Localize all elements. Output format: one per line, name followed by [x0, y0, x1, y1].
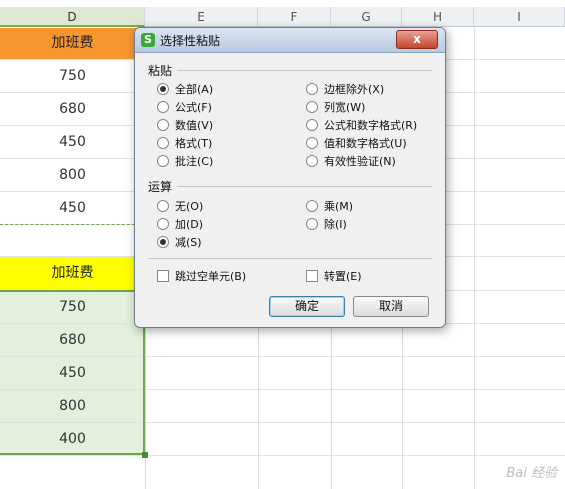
radio-paste-validation[interactable]: 有效性验证(N)	[306, 153, 396, 169]
column-header-e[interactable]: E	[145, 7, 258, 27]
ok-button[interactable]: 确定	[269, 296, 345, 317]
radio-paste-all[interactable]: 全部(A)	[157, 81, 213, 97]
gridline	[0, 455, 565, 456]
radio-icon	[157, 155, 169, 167]
checkbox-icon	[306, 270, 318, 282]
radio-paste-values-number-formats[interactable]: 值和数字格式(U)	[306, 135, 407, 151]
paste-section-label: 粘贴	[148, 64, 173, 78]
radio-paste-no-borders[interactable]: 边框除外(X)	[306, 81, 384, 97]
radio-icon	[306, 119, 318, 131]
radio-paste-formulas-number-formats[interactable]: 公式和数字格式(R)	[306, 117, 417, 133]
radio-op-multiply[interactable]: 乘(M)	[306, 198, 353, 214]
transpose-checkbox[interactable]: 转置(E)	[306, 268, 362, 284]
radio-icon	[157, 119, 169, 131]
radio-paste-formulas[interactable]: 公式(F)	[157, 99, 212, 115]
radio-op-divide[interactable]: 除(I)	[306, 216, 347, 232]
radio-icon	[157, 83, 169, 95]
column-header-d[interactable]: D	[0, 7, 145, 27]
radio-icon	[306, 218, 318, 230]
divider	[177, 186, 432, 187]
gridline	[474, 27, 475, 489]
copy-marquee	[0, 224, 145, 225]
app-logo-icon: S	[141, 33, 155, 47]
operation-section-label: 运算	[148, 180, 173, 194]
column-header-f[interactable]: F	[258, 7, 331, 27]
radio-op-none[interactable]: 无(O)	[157, 198, 203, 214]
cancel-button[interactable]: 取消	[353, 296, 429, 317]
top-table-cell[interactable]: 680	[0, 93, 145, 125]
top-table-header[interactable]: 加班费	[0, 28, 145, 59]
radio-op-add[interactable]: 加(D)	[157, 216, 203, 232]
radio-icon	[306, 101, 318, 113]
radio-icon	[157, 137, 169, 149]
close-button[interactable]: x	[396, 30, 438, 49]
watermark: Bai 经验	[506, 466, 557, 481]
dialog-title: 选择性粘贴	[160, 34, 221, 48]
bottom-table-header[interactable]: 加班费	[0, 257, 145, 290]
checkbox-icon	[157, 270, 169, 282]
top-table-cell[interactable]: 450	[0, 126, 145, 158]
radio-icon	[306, 137, 318, 149]
radio-op-subtract[interactable]: 减(S)	[157, 234, 202, 250]
top-table-cell[interactable]: 800	[0, 159, 145, 191]
radio-paste-column-widths[interactable]: 列宽(W)	[306, 99, 365, 115]
radio-icon	[157, 101, 169, 113]
column-header-g[interactable]: G	[331, 7, 402, 27]
divider	[148, 258, 432, 259]
radio-paste-comments[interactable]: 批注(C)	[157, 153, 213, 169]
top-table-cell[interactable]: 450	[0, 192, 145, 224]
radio-icon	[157, 236, 169, 248]
column-header-i[interactable]: I	[474, 7, 565, 27]
radio-icon	[306, 155, 318, 167]
dialog-titlebar[interactable]: S 选择性粘贴 x	[135, 28, 445, 53]
fill-handle[interactable]	[142, 452, 148, 458]
divider	[177, 70, 432, 71]
radio-icon	[306, 200, 318, 212]
selection-border	[0, 290, 145, 455]
radio-icon	[157, 218, 169, 230]
radio-paste-formats[interactable]: 格式(T)	[157, 135, 212, 151]
top-table-cell[interactable]: 750	[0, 60, 145, 92]
radio-icon	[157, 200, 169, 212]
skip-blanks-checkbox[interactable]: 跳过空单元(B)	[157, 268, 246, 284]
paste-special-dialog: S 选择性粘贴 x 粘贴 全部(A) 公式(F) 数值(V) 格式(T) 批注(…	[134, 27, 446, 328]
radio-icon	[306, 83, 318, 95]
column-header-h[interactable]: H	[402, 7, 474, 27]
radio-paste-values[interactable]: 数值(V)	[157, 117, 213, 133]
